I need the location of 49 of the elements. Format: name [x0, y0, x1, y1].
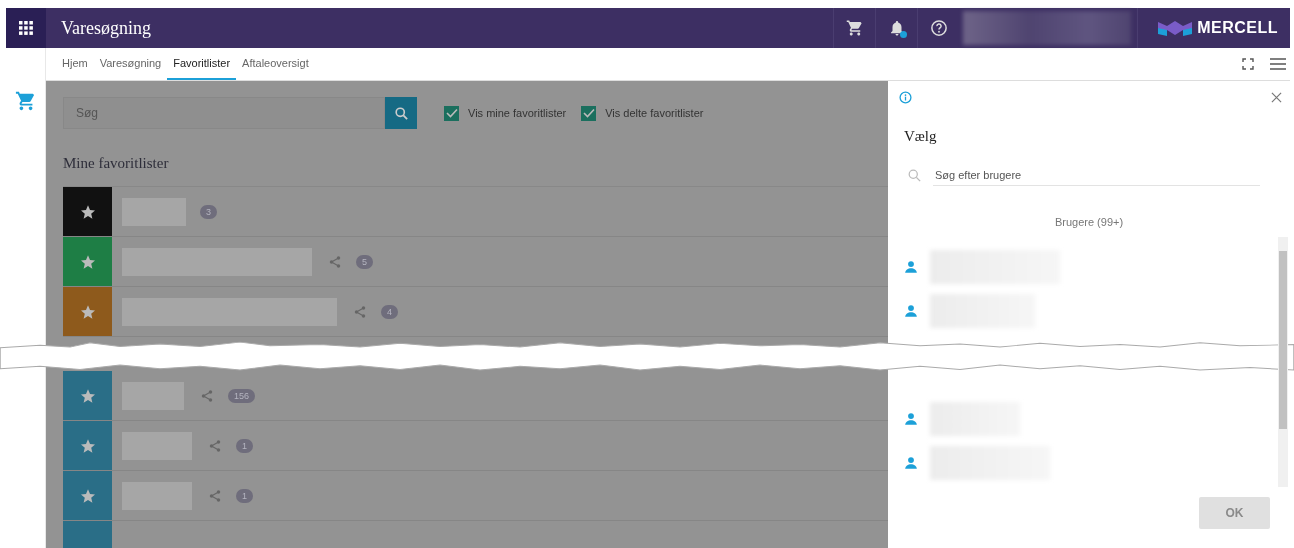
cart-icon	[845, 19, 864, 37]
checkbox-label: Vis delte favoritlister	[605, 107, 704, 119]
person-icon	[904, 456, 918, 470]
panel-title: Vælg	[904, 128, 938, 145]
nav-tab[interactable]: Varesøgning	[93, 48, 168, 80]
fullscreen-icon[interactable]	[1242, 58, 1254, 70]
person-icon	[904, 260, 918, 274]
item-count: 1	[236, 438, 253, 453]
search-icon	[393, 105, 409, 121]
page-title: Varesøgning	[61, 17, 152, 39]
star-icon	[79, 387, 96, 404]
favorite-list-row[interactable]: 1	[63, 471, 888, 521]
favorite-list-row[interactable]: 3	[63, 187, 888, 237]
star-icon	[79, 203, 96, 220]
item-count: 1	[236, 488, 253, 503]
person-icon	[904, 412, 918, 426]
star-icon	[79, 253, 96, 270]
favorite-list-row[interactable]: 156	[63, 371, 888, 421]
item-count: 156	[228, 388, 256, 403]
checkbox[interactable]	[581, 105, 597, 121]
checkbox-label: Vis mine favoritlister	[468, 107, 567, 119]
favorite-list-row[interactable]: 4	[63, 287, 888, 337]
scrollbar[interactable]	[1278, 237, 1288, 487]
close-icon[interactable]	[1271, 92, 1282, 103]
section-heading: Mine favoritlister	[63, 155, 170, 172]
logo-icon	[1158, 20, 1193, 36]
cart-search-icon[interactable]	[14, 90, 37, 112]
users-heading: Brugere (99+)	[1053, 216, 1125, 228]
favorite-list-row[interactable]: 1	[63, 421, 888, 471]
info-icon[interactable]	[899, 91, 912, 104]
person-icon	[904, 304, 918, 318]
checkbox[interactable]	[444, 105, 459, 121]
item-count: 3	[200, 204, 217, 219]
favorite-list-row[interactable]: 5	[63, 237, 888, 287]
item-count: 4	[381, 304, 398, 319]
item-count: 5	[356, 254, 373, 269]
star-icon	[79, 487, 96, 504]
search-icon	[907, 168, 922, 183]
nav-tab[interactable]: Hjem	[56, 48, 94, 80]
search-field[interactable]: Søg	[63, 97, 385, 129]
star-icon	[79, 303, 96, 320]
menu-icon[interactable]	[1270, 58, 1286, 70]
logo-text: MERCELL	[1197, 19, 1278, 37]
star-icon	[79, 437, 96, 454]
app-grid-button[interactable]	[6, 8, 46, 48]
help-icon	[929, 19, 948, 37]
search-button[interactable]	[385, 97, 417, 129]
grid-icon	[19, 21, 33, 35]
nav-tab[interactable]: Aftaleoversigt	[236, 48, 315, 80]
